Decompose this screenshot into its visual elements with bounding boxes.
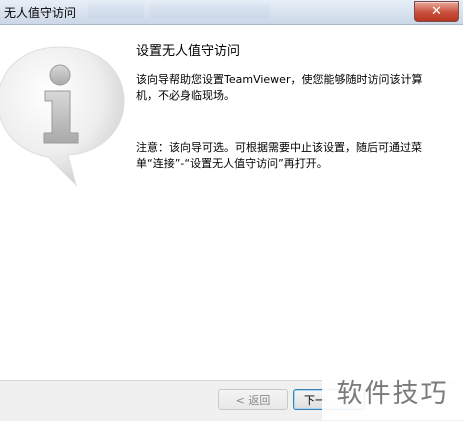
close-button[interactable]: ✕: [414, 1, 459, 22]
watermark: 软件技巧: [322, 362, 463, 420]
window-title: 无人值守访问: [4, 6, 77, 20]
back-button[interactable]: < 返回: [218, 389, 288, 410]
title-bar: 无人值守访问 ✕: [0, 0, 463, 25]
wizard-page: 设置无人值守访问 该向导帮助您设置TeamViewer，使您能够随时访问该计算机…: [0, 25, 463, 380]
back-button-label: < 返回: [235, 393, 271, 407]
title-bar-blur: [150, 3, 270, 19]
note-text: 注意：该向导可选。可根据需要中止该设置，随后可通过菜单“连接”-“设置无人值守访…: [136, 141, 422, 170]
watermark-text: 软件技巧: [336, 378, 449, 409]
info-bubble-icon: [0, 46, 125, 187]
page-heading: 设置无人值守访问: [136, 44, 241, 59]
description-text: 该向导帮助您设置TeamViewer，使您能够随时访问该计算机，不必身临现场。: [136, 73, 423, 102]
title-bar-blur: [88, 3, 144, 19]
close-icon: ✕: [431, 4, 442, 19]
